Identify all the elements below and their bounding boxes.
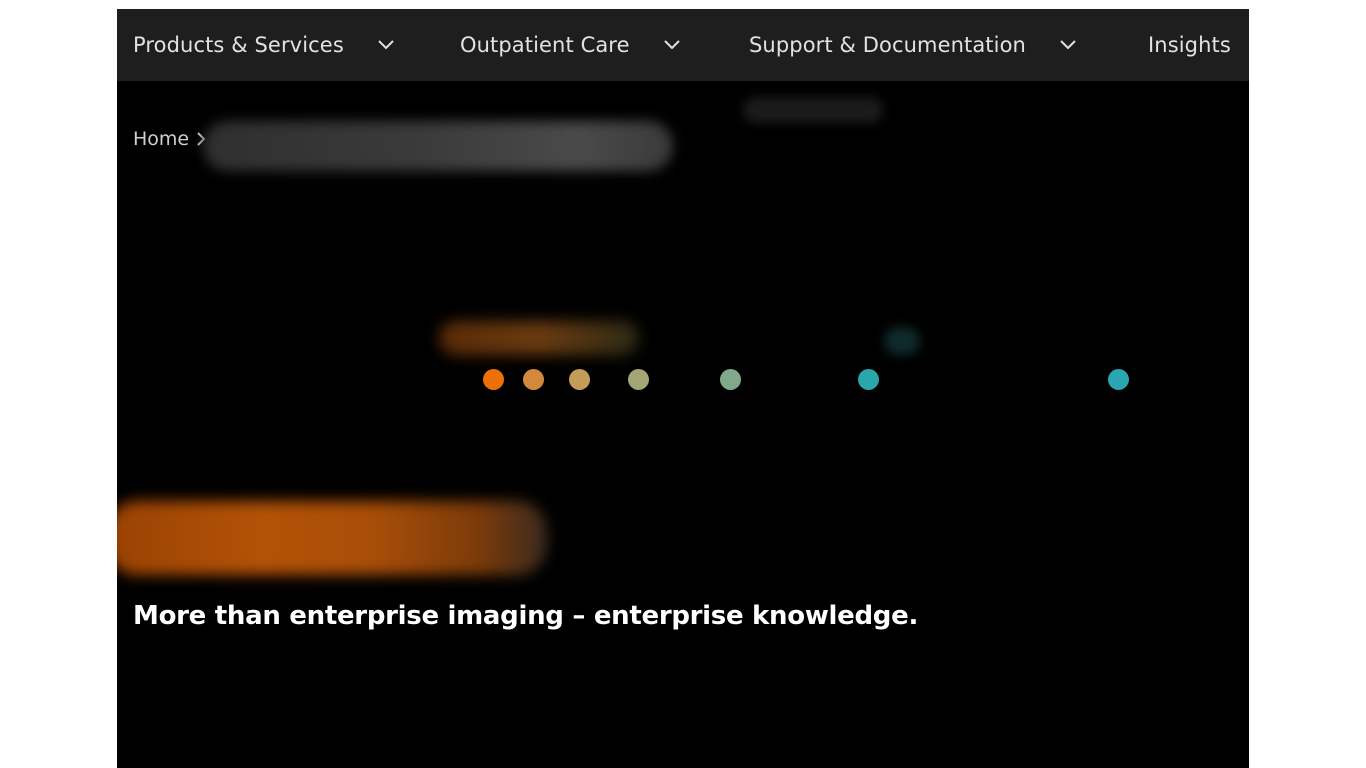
nav-item-support-documentation[interactable]: Support & Documentation <box>749 9 1078 81</box>
chevron-down-icon[interactable] <box>1058 35 1078 55</box>
chevron-down-icon[interactable] <box>376 35 396 55</box>
main-navigation: Products & Services Outpatient Care Supp… <box>117 9 1249 81</box>
nav-item-label: Support & Documentation <box>749 33 1026 57</box>
hero-headline: More than enterprise imaging – enterpris… <box>133 601 919 632</box>
page-container: Products & Services Outpatient Care Supp… <box>117 9 1249 768</box>
nav-item-insights[interactable]: Insights <box>1148 9 1231 81</box>
breadcrumb-home-link[interactable]: Home <box>133 128 189 150</box>
blurred-hero-title <box>117 501 547 575</box>
breadcrumb: Home <box>133 128 209 150</box>
breadcrumb-current-page-blurred <box>203 121 673 171</box>
hero-dot <box>1108 369 1129 390</box>
nav-item-label: Products & Services <box>133 33 344 57</box>
nav-item-label: Insights <box>1148 33 1231 57</box>
hero-dot <box>569 369 590 390</box>
hero-dot <box>858 369 879 390</box>
nav-item-label: Outpatient Care <box>460 33 630 57</box>
blurred-hero-graphic <box>884 327 920 355</box>
nav-item-products-services[interactable]: Products & Services <box>133 9 396 81</box>
blurred-content <box>743 97 883 123</box>
hero-dot <box>523 369 544 390</box>
chevron-down-icon[interactable] <box>662 35 682 55</box>
hero-dot <box>720 369 741 390</box>
nav-item-outpatient-care[interactable]: Outpatient Care <box>460 9 682 81</box>
hero-dot <box>628 369 649 390</box>
blurred-hero-graphic <box>439 321 639 355</box>
top-white-strip <box>0 0 1366 9</box>
hero-dot <box>483 369 504 390</box>
